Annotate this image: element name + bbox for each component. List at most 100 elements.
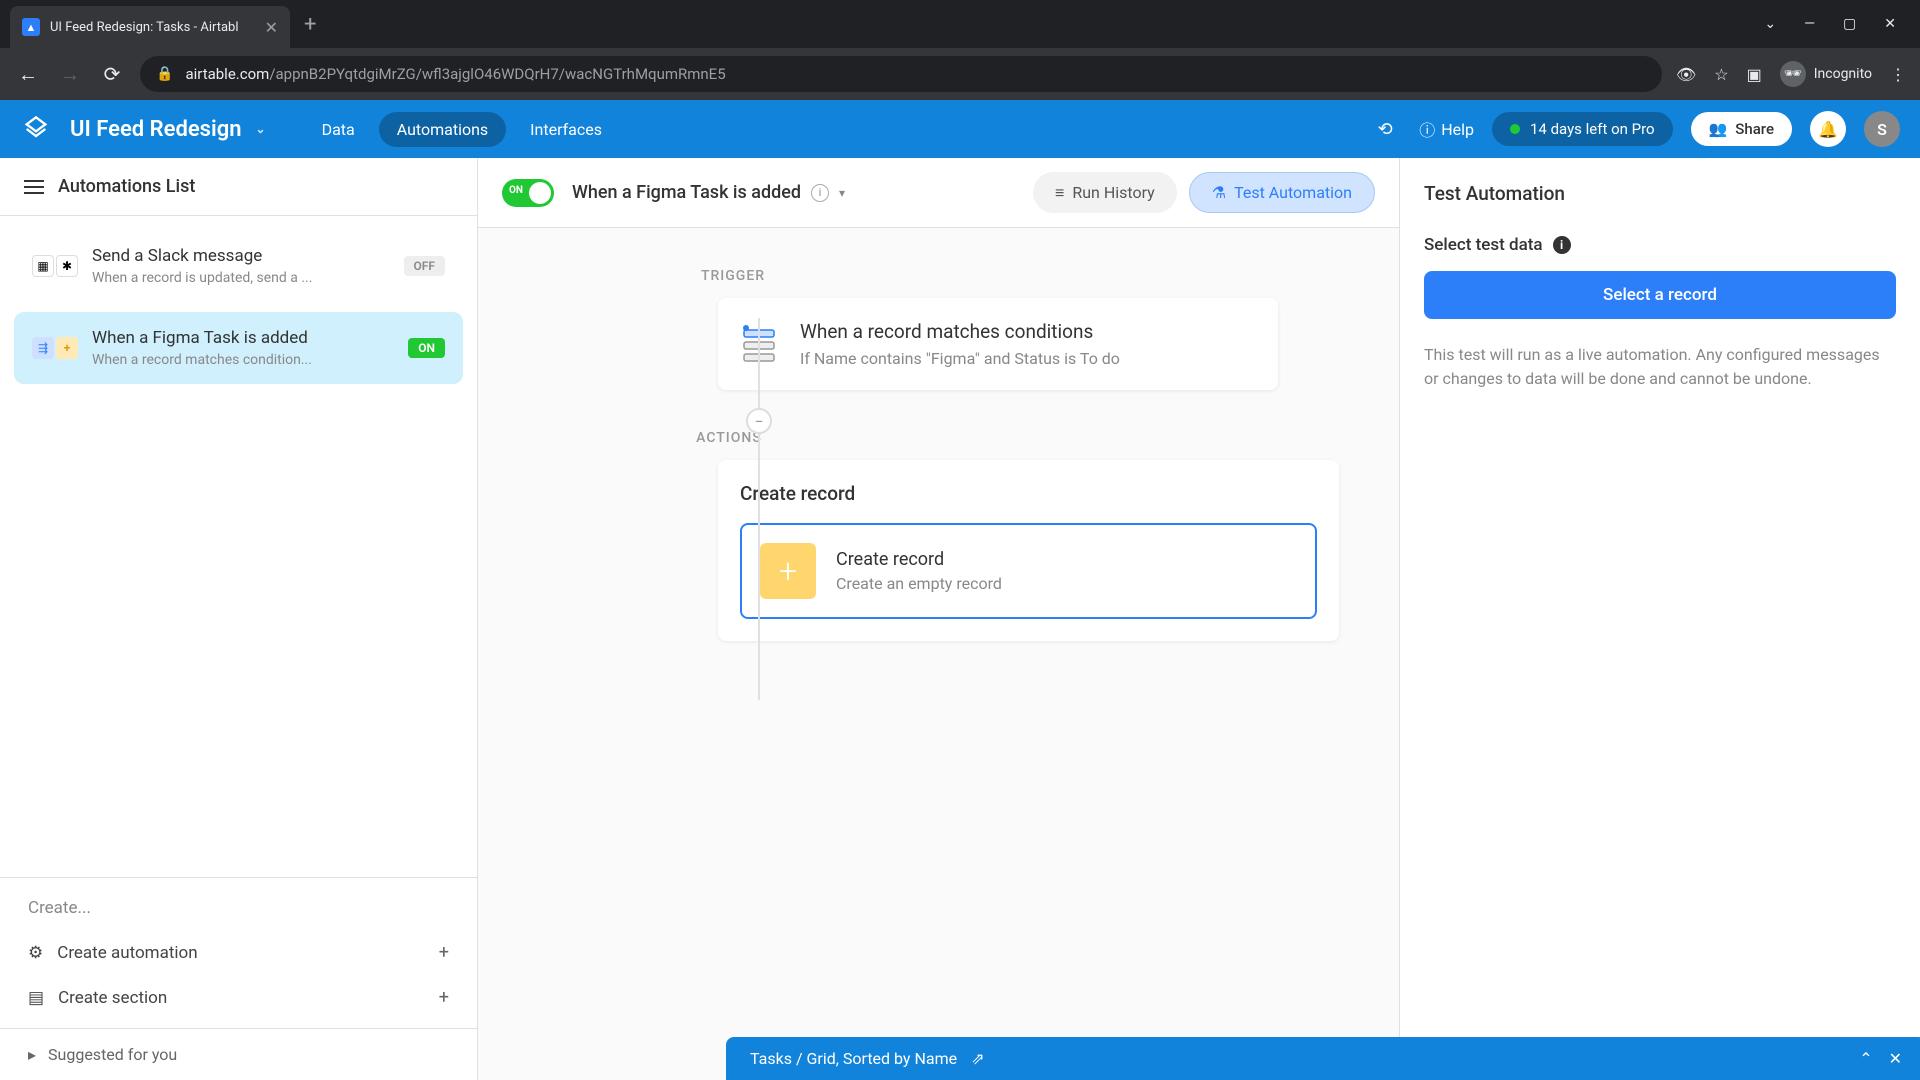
create-record-icon: + [760, 543, 816, 599]
test-automation-panel: Test Automation Select test data i Selec… [1400, 158, 1920, 1080]
url-text: airtable.com/appnB2PYqtdgiMrZG/wfl3ajglO… [185, 65, 725, 83]
trigger-mini-icon: ⇶ [32, 337, 54, 359]
share-button[interactable]: 👥 Share [1691, 112, 1792, 146]
automation-item-slack[interactable]: ▦ ✱ Send a Slack message When a record i… [14, 230, 463, 302]
automation-item-figma[interactable]: ⇶ + When a Figma Task is added When a re… [14, 312, 463, 384]
chevron-up-icon[interactable]: ⌃ [1859, 1049, 1872, 1068]
trigger-section-label: TRIGGER [658, 268, 808, 284]
close-icon[interactable]: ✕ [1889, 1049, 1902, 1068]
menu-icon[interactable]: ⋮ [1890, 65, 1906, 84]
canvas-body: − TRIGGER When a record matches conditio… [478, 228, 1399, 1080]
tab-data[interactable]: Data [304, 112, 373, 147]
select-record-button[interactable]: Select a record [1424, 271, 1896, 319]
sidebar-header[interactable]: Automations List [0, 158, 477, 216]
automation-desc: When a record is updated, send a ... [92, 270, 390, 286]
action-desc: Create an empty record [836, 574, 1002, 593]
automation-toggle[interactable]: ON [502, 179, 554, 207]
action-title: Create record [836, 549, 1002, 570]
action-group-title: Create record [740, 482, 1317, 505]
automations-sidebar: Automations List ▦ ✱ Send a Slack messag… [0, 158, 478, 1080]
incognito-icon: 🕶 [1780, 61, 1806, 87]
test-automation-button[interactable]: ⚗ Test Automation [1189, 172, 1375, 213]
chevron-down-icon[interactable]: ▾ [839, 186, 845, 200]
create-section-button[interactable]: ▤ Create section + [0, 975, 477, 1020]
maximize-icon[interactable]: ▢ [1843, 16, 1856, 32]
run-history-button[interactable]: ≡ Run History [1033, 172, 1177, 213]
tab-interfaces[interactable]: Interfaces [512, 112, 620, 147]
list-icon: ≡ [1055, 183, 1064, 203]
suggested-for-you[interactable]: ▸ Suggested for you [0, 1028, 477, 1080]
user-avatar[interactable]: S [1864, 111, 1900, 147]
panel-title: Test Automation [1424, 182, 1896, 205]
tab-title: UI Feed Redesign: Tasks - Airtabl [50, 20, 255, 35]
external-link-icon[interactable]: ⇗ [971, 1049, 984, 1068]
chevron-right-icon: ▸ [28, 1045, 36, 1064]
actions-card: Create record + Create record Create an … [718, 460, 1339, 641]
browser-tab-strip: ▲ UI Feed Redesign: Tasks - Airtabl ✕ + … [0, 0, 1920, 48]
address-bar: ← → ⟳ 🔒 airtable.com/appnB2PYqtdgiMrZG/w… [0, 48, 1920, 100]
view-path: Tasks / Grid, Sorted by Name [750, 1049, 957, 1068]
chevron-down-icon: ⌄ [256, 122, 266, 136]
back-button[interactable]: ← [14, 62, 42, 87]
plus-icon: + [439, 942, 449, 963]
base-name-dropdown[interactable]: UI Feed Redesign ⌄ [70, 117, 266, 142]
plus-icon: + [439, 987, 449, 1008]
trial-status-pill[interactable]: 14 days left on Pro [1492, 112, 1673, 146]
eye-off-icon[interactable]: 👁 [1676, 65, 1696, 84]
trigger-desc: If Name contains "Figma" and Status is T… [800, 349, 1120, 368]
incognito-badge: 🕶 Incognito [1780, 61, 1872, 87]
minimize-icon[interactable]: ― [1804, 16, 1815, 32]
tab-automations[interactable]: Automations [379, 112, 506, 147]
automation-title: Send a Slack message [92, 246, 390, 266]
create-automation-button[interactable]: ⚙ Create automation + [0, 930, 477, 975]
info-icon[interactable]: i [811, 184, 829, 202]
slack-mini-icon: ✱ [56, 255, 78, 277]
reload-button[interactable]: ⟳ [98, 62, 126, 86]
automation-title: When a Figma Task is added [92, 328, 394, 348]
flask-icon: ⚗ [1212, 183, 1226, 202]
airtable-logo-icon[interactable] [20, 113, 52, 145]
create-dropdown[interactable]: Create... [0, 886, 477, 930]
status-dot-icon [1510, 124, 1520, 134]
people-icon: 👥 [1709, 120, 1728, 138]
star-icon[interactable]: ☆ [1714, 65, 1728, 84]
new-tab-button[interactable]: + [304, 12, 316, 37]
automation-list: ▦ ✱ Send a Slack message When a record i… [0, 216, 477, 877]
browser-tab[interactable]: ▲ UI Feed Redesign: Tasks - Airtabl ✕ [10, 6, 290, 48]
forward-button[interactable]: → [56, 62, 84, 87]
lock-icon: 🔒 [156, 66, 173, 82]
automation-name[interactable]: When a Figma Task is added i ▾ [572, 182, 845, 203]
actions-section-label: ACTIONS [654, 430, 804, 446]
history-icon[interactable]: ⟲ [1369, 113, 1401, 145]
tab-close-icon[interactable]: ✕ [265, 18, 278, 37]
trigger-card[interactable]: When a record matches conditions If Name… [718, 298, 1278, 390]
automation-icon: ⚙ [28, 943, 43, 963]
flow-collapse-node[interactable]: − [746, 408, 772, 434]
action-step-create-record[interactable]: + Create record Create an empty record [740, 523, 1317, 619]
favicon-icon: ▲ [22, 18, 40, 36]
conditions-icon [740, 324, 780, 364]
automation-canvas: ON When a Figma Task is added i ▾ ≡ Run … [478, 158, 1400, 1080]
notifications-button[interactable]: 🔔 [1810, 111, 1846, 147]
bell-icon: 🔔 [1818, 120, 1838, 139]
hamburger-icon [24, 180, 44, 194]
status-badge: OFF [404, 256, 445, 276]
plus-mini-icon: + [56, 337, 78, 359]
section-icon: ▤ [28, 988, 44, 1008]
info-icon[interactable]: i [1553, 236, 1571, 254]
url-input[interactable]: 🔒 airtable.com/appnB2PYqtdgiMrZG/wfl3ajg… [140, 56, 1662, 92]
window-controls: ⌄ ― ▢ ✕ [1740, 16, 1920, 32]
chevron-down-icon[interactable]: ⌄ [1764, 16, 1776, 32]
help-button[interactable]: ⓘ Help [1419, 117, 1474, 141]
test-help-text: This test will run as a live automation.… [1424, 343, 1896, 391]
flow-connector-line [758, 318, 760, 700]
panel-icon[interactable]: ▣ [1747, 65, 1762, 84]
status-badge: ON [408, 338, 445, 358]
airtable-mini-icon: ▦ [32, 255, 54, 277]
app-header: UI Feed Redesign ⌄ Data Automations Inte… [0, 100, 1920, 158]
view-bottom-bar[interactable]: Tasks / Grid, Sorted by Name ⇗ ⌃ ✕ [726, 1037, 1920, 1080]
close-window-icon[interactable]: ✕ [1884, 16, 1896, 32]
canvas-header: ON When a Figma Task is added i ▾ ≡ Run … [478, 158, 1399, 228]
automation-desc: When a record matches condition... [92, 352, 394, 368]
help-icon: ⓘ [1419, 117, 1435, 141]
